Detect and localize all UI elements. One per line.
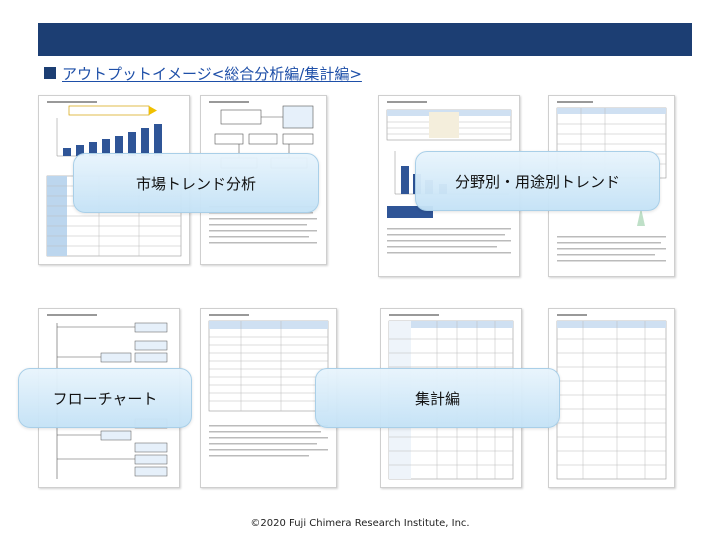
thumbnail-index-list-page bbox=[548, 308, 675, 488]
section-heading-text: アウトプットイメージ<総合分析編/集計編> bbox=[62, 64, 362, 83]
callout-flowchart: フローチャート bbox=[18, 368, 192, 428]
callout-market-trend-label: 市場トレンド分析 bbox=[135, 174, 256, 193]
callout-by-field-use-label: 分野別・用途別トレンド bbox=[454, 172, 620, 191]
callout-tabulation-label: 集計編 bbox=[414, 389, 460, 408]
bullet-square-icon bbox=[44, 67, 56, 79]
copyright-footer: ©2020 Fuji Chimera Research Institute, I… bbox=[250, 518, 470, 529]
index-list-page-illustration bbox=[556, 314, 667, 480]
header-bar bbox=[38, 23, 692, 56]
callout-flowchart-label: フローチャート bbox=[52, 389, 158, 408]
callout-tabulation: 集計編 bbox=[315, 368, 560, 428]
callout-market-trend: 市場トレンド分析 bbox=[73, 153, 319, 213]
section-heading: アウトプットイメージ<総合分析編/集計編> bbox=[44, 62, 362, 84]
callout-by-field-use: 分野別・用途別トレンド bbox=[415, 151, 660, 211]
